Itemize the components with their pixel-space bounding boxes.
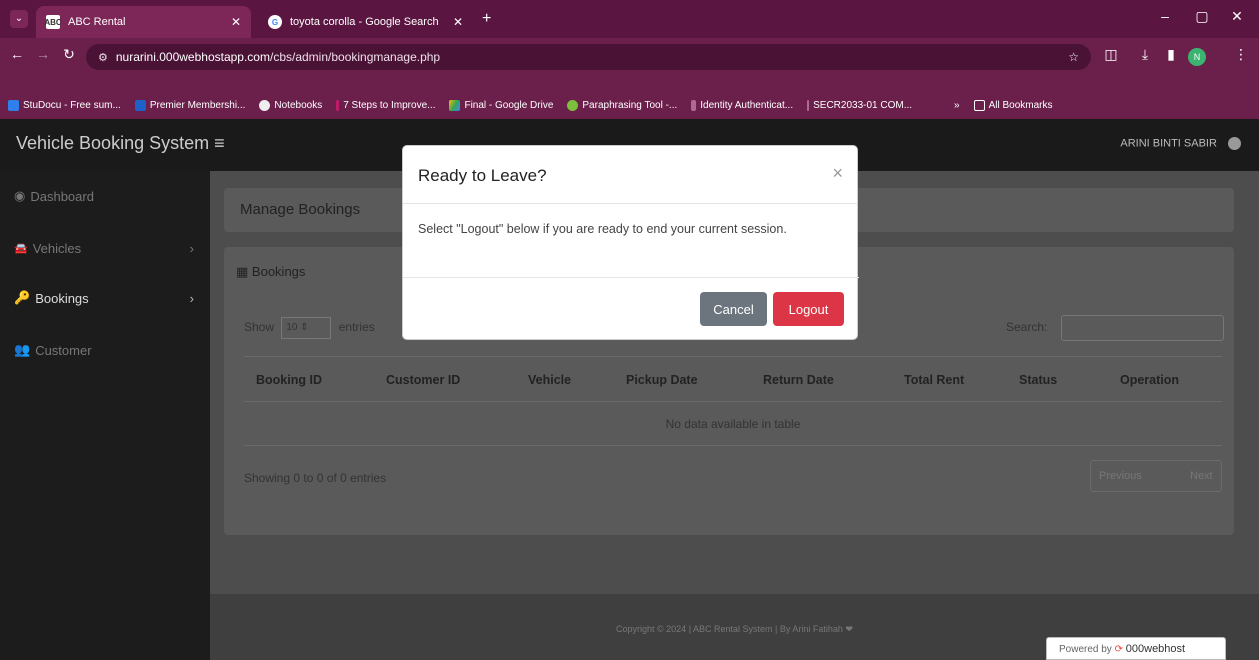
key-icon: 🔑 [14,290,31,305]
modal-title: Ready to Leave? [418,166,547,185]
google-drive-icon [449,100,461,111]
modal-header: Ready to Leave? × [403,146,857,204]
url-host: nurarini.000webhostapp.com [115,50,270,64]
paraphrasing-icon [567,100,579,111]
table-info: Showing 0 to 0 of 0 entries [244,471,387,485]
bookmark-item[interactable]: SECR2033-01 COM... [807,100,912,111]
sidebar-item-bookings[interactable]: 🔑 Bookings › [14,288,194,308]
previous-button[interactable]: Previous [1099,470,1142,482]
address-row: ← → ↻ ⚙ nurarini.000webhostapp.com /cbs/… [0,38,1259,92]
users-icon: 👥 [14,342,31,357]
bookmark-item[interactable]: Notebooks [259,100,322,111]
forward-icon[interactable]: → [32,46,54,62]
star-icon[interactable]: ☆ [1068,50,1079,64]
profile-avatar[interactable]: N [1188,48,1206,66]
close-tab-icon[interactable]: ✕ [221,15,241,29]
table-header-row: Booking ID Customer ID Vehicle Pickup Da… [244,356,1222,402]
car-icon: 🚘 [14,242,28,255]
entries-control: Show 10 ⇕ entries [244,317,375,339]
tab-google-search[interactable]: G toyota corolla - Google Search ✕ [258,6,473,38]
dashboard-icon: ◉ [14,188,26,203]
close-icon[interactable]: × [832,163,843,184]
studocu-icon [8,100,19,111]
bookmark-item[interactable]: Final - Google Drive [449,100,553,111]
google-favicon-icon: G [268,15,282,29]
browser-chrome: ⌄ ABC ABC Rental ✕ G toyota corolla - Go… [0,0,1259,119]
bar-icon [807,100,810,111]
sidebar: ◉ Dashboard 🚘 Vehicles › 🔑 Bookings › 👥 Custom… [0,171,210,660]
copyright: Copyright © 2024 | ABC Rental System | B… [616,624,853,634]
extensions-icon[interactable]: ◫ [1100,46,1122,63]
card-header: ▦ Bookings [236,264,306,279]
col-operation[interactable]: Operation [1120,373,1179,387]
reload-icon[interactable]: ↻ [58,46,80,63]
back-icon[interactable]: ← [6,46,28,62]
tab-search-icon[interactable]: ⌄ [10,10,28,28]
close-window-icon[interactable]: ✕ [1222,8,1252,25]
chevron-right-icon: › [189,240,194,256]
download-icon[interactable]: ⤓ [1134,46,1156,63]
bookmark-item[interactable]: Paraphrasing Tool -... [567,100,677,111]
user-menu[interactable]: ARINI BINTI SABIR [1120,137,1241,150]
sidepanel-icon[interactable]: ▮ [1160,46,1182,63]
search-label: Search: [1006,320,1048,334]
url-path: /cbs/admin/bookingmanage.php [269,50,441,64]
abc-favicon-icon: ABC [44,15,62,29]
star-bookmark-icon [134,100,146,111]
user-icon [1228,137,1241,150]
col-return-date[interactable]: Return Date [763,373,834,387]
logout-button[interactable]: Logout [773,292,844,326]
next-button[interactable]: Next [1190,470,1213,482]
bookmark-item[interactable]: Premier Membershi... [134,100,245,111]
tab-bar: ⌄ ABC ABC Rental ✕ G toyota corolla - Go… [0,0,1259,38]
col-vehicle[interactable]: Vehicle [528,373,571,387]
more-bookmarks-icon[interactable]: » [954,100,960,111]
col-status[interactable]: Status [1019,373,1057,387]
col-customer-id[interactable]: Customer ID [386,373,460,387]
identity-icon [691,100,697,111]
empty-table-message: No data available in table [244,402,1222,446]
modal-body: Select "Logout" below if you are ready t… [403,204,859,278]
logout-modal: Ready to Leave? × Select "Logout" below … [402,145,859,340]
entries-select[interactable]: 10 ⇕ [281,317,332,339]
close-tab-icon[interactable]: ✕ [443,15,463,29]
app-brand[interactable]: Vehicle Booking System ≡ [16,133,225,154]
address-bar[interactable]: ⚙ nurarini.000webhostapp.com /cbs/admin/… [86,44,1091,70]
menu-toggle-icon[interactable]: ≡ [214,133,225,153]
minimize-icon[interactable]: – [1150,8,1180,24]
site-info-icon[interactable]: ⚙ [98,51,108,64]
bookmark-item[interactable]: Identity Authenticat... [691,100,793,111]
bookmark-item[interactable]: 7 Steps to Improve... [336,100,435,111]
webhost-logo-icon: ⟳ [1114,644,1123,655]
sidebar-item-customer[interactable]: 👥 Customer [14,340,194,360]
col-pickup-date[interactable]: Pickup Date [626,373,698,387]
col-booking-id[interactable]: Booking ID [256,373,322,387]
powered-by-badge[interactable]: Powered by ⟳ 000webhost [1046,637,1226,660]
modal-footer: Cancel Logout [403,278,857,340]
chevron-right-icon: › [189,290,194,306]
all-bookmarks[interactable]: All Bookmarks [973,100,1053,111]
cancel-button[interactable]: Cancel [700,292,767,326]
tab-label: ABC Rental [68,16,126,28]
folder-icon [973,100,985,111]
bar-icon [336,100,340,111]
tab-abc-rental[interactable]: ABC ABC Rental ✕ [36,6,251,38]
restore-icon[interactable]: ▢ [1187,8,1217,25]
menu-kebab-icon[interactable]: ⋮ [1230,46,1252,63]
notebooks-icon [259,100,271,111]
pagination: Previous Next [1090,460,1222,492]
bookmark-item[interactable]: StuDocu - Free sum... [8,100,121,111]
page-title: Manage Bookings [240,201,361,218]
search-input[interactable] [1061,315,1224,341]
table-icon: ▦ [236,264,249,279]
tab-label: toyota corolla - Google Search [290,16,439,28]
new-tab-icon[interactable]: + [482,10,491,28]
col-total-rent[interactable]: Total Rent [904,373,964,387]
sidebar-item-vehicles[interactable]: 🚘 Vehicles › [14,238,194,258]
sidebar-item-dashboard[interactable]: ◉ Dashboard [14,186,194,206]
bookmarks-bar: StuDocu - Free sum... Premier Membershi.… [0,92,1259,119]
